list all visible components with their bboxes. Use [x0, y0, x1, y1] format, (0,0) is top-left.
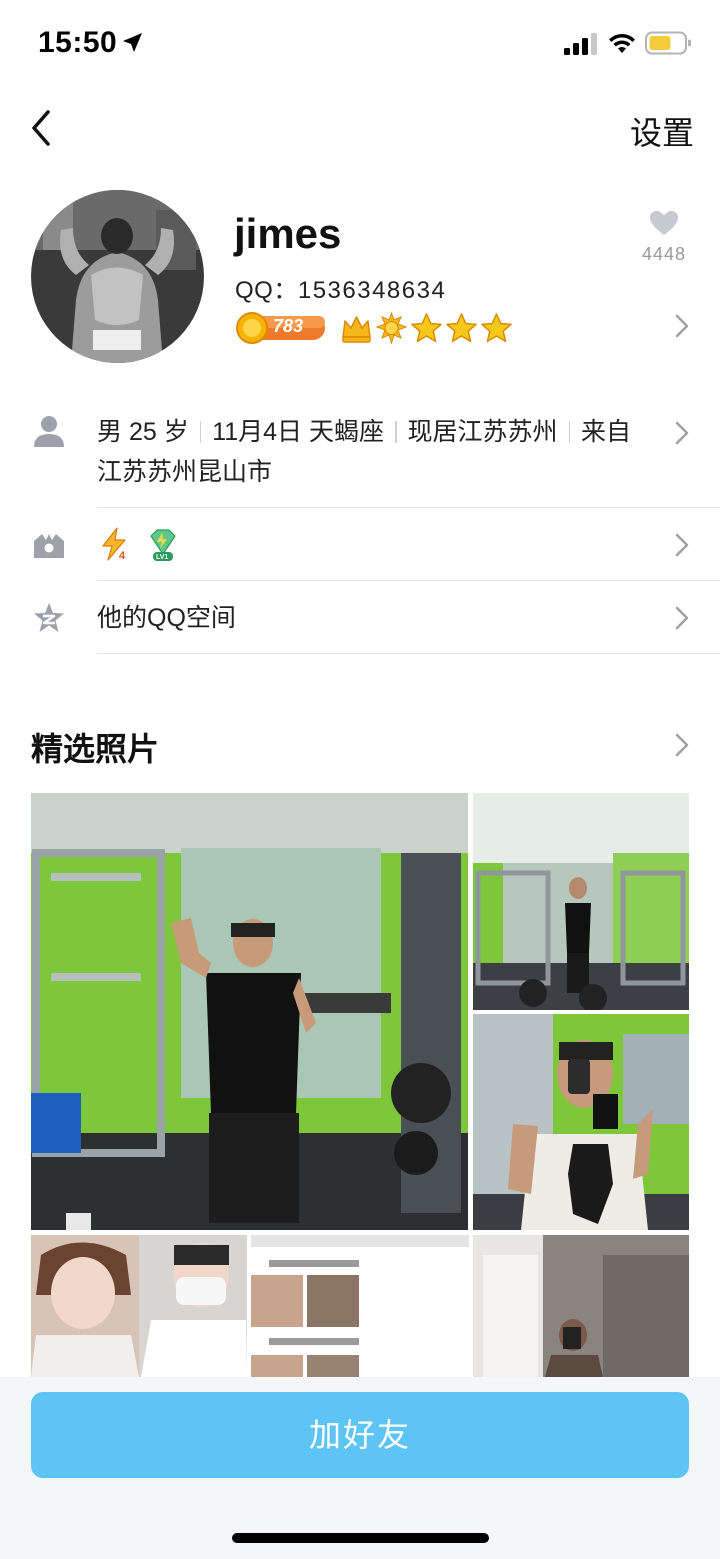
svg-text:LV1: LV1 — [156, 554, 168, 561]
personal-info-row[interactable]: 男 25 岁 11月4日 天蝎座 现居江苏苏州 来自江苏苏州昆山市 — [0, 412, 720, 508]
photo-bottom-middle[interactable] — [251, 1235, 469, 1377]
photo-bottom-right[interactable] — [473, 1235, 689, 1377]
star-icon — [481, 312, 512, 342]
qq-number: QQ：1536348634 — [235, 270, 446, 305]
battery-icon — [645, 31, 691, 55]
wifi-icon — [609, 33, 635, 53]
nickname: jimes — [234, 210, 342, 257]
person-icon — [34, 416, 64, 447]
lightning-badge-icon: 4 — [102, 527, 126, 562]
personal-info-text: 男 25 岁 11月4日 天蝎座 现居江苏苏州 来自江苏苏州昆山市 — [97, 412, 640, 492]
qzone-row[interactable]: 他的QQ空间 — [0, 581, 720, 654]
like-count: 4448 — [641, 244, 687, 264]
chevron-right-icon — [675, 606, 689, 630]
svg-text:4: 4 — [119, 550, 126, 562]
badges-row[interactable]: 4 LV1 — [0, 508, 720, 581]
star-icon — [446, 312, 477, 342]
back-button[interactable] — [26, 106, 60, 150]
residence: 现居江苏苏州 — [407, 418, 558, 446]
chevron-right-icon[interactable] — [674, 312, 690, 340]
chevron-right-icon — [675, 421, 689, 445]
status-bar: 15:50 — [0, 0, 720, 88]
like-button[interactable]: 4448 — [634, 210, 694, 265]
photo-top-right[interactable] — [473, 793, 689, 1010]
photo-middle-right[interactable] — [473, 1014, 689, 1230]
divider — [97, 653, 720, 654]
qzone-label: 他的QQ空间 — [97, 604, 236, 632]
section-title-featured-photos: 精选照片 — [31, 731, 160, 767]
vip-badge: 783 — [235, 310, 327, 346]
status-time: 15:50 — [38, 26, 118, 59]
location-arrow-icon — [123, 33, 142, 52]
chevron-right-icon[interactable] — [674, 731, 690, 759]
qq-label: QQ： — [235, 277, 298, 304]
avatar[interactable] — [31, 190, 204, 363]
cellular-signal-icon — [564, 33, 597, 55]
qq-number-value: 1536348634 — [297, 277, 447, 304]
vip-points: 783 — [273, 316, 304, 336]
qq-level-icons — [339, 311, 514, 346]
sun-icon — [375, 311, 408, 345]
crown-icon — [342, 315, 371, 343]
nav-bar: 设置 — [0, 88, 720, 168]
photo-large[interactable] — [31, 793, 468, 1230]
badge-icons: 4 LV1 — [97, 526, 181, 562]
add-friend-button[interactable]: 加好友 — [31, 1392, 689, 1478]
home-indicator — [232, 1533, 489, 1543]
heart-icon — [650, 211, 678, 235]
level-row[interactable]: 783 — [235, 309, 514, 347]
briefcase-icon — [34, 534, 64, 558]
qzone-star-icon — [34, 603, 64, 632]
gender-age: 男 25 岁 — [97, 418, 189, 446]
photo-bottom-left[interactable] — [31, 1235, 247, 1377]
birthday: 11月4日 天蝎座 — [212, 418, 385, 446]
star-icon — [411, 312, 442, 342]
settings-button[interactable]: 设置 — [630, 108, 694, 154]
chevron-right-icon — [675, 533, 689, 557]
diamond-badge-icon: LV1 — [150, 529, 176, 561]
